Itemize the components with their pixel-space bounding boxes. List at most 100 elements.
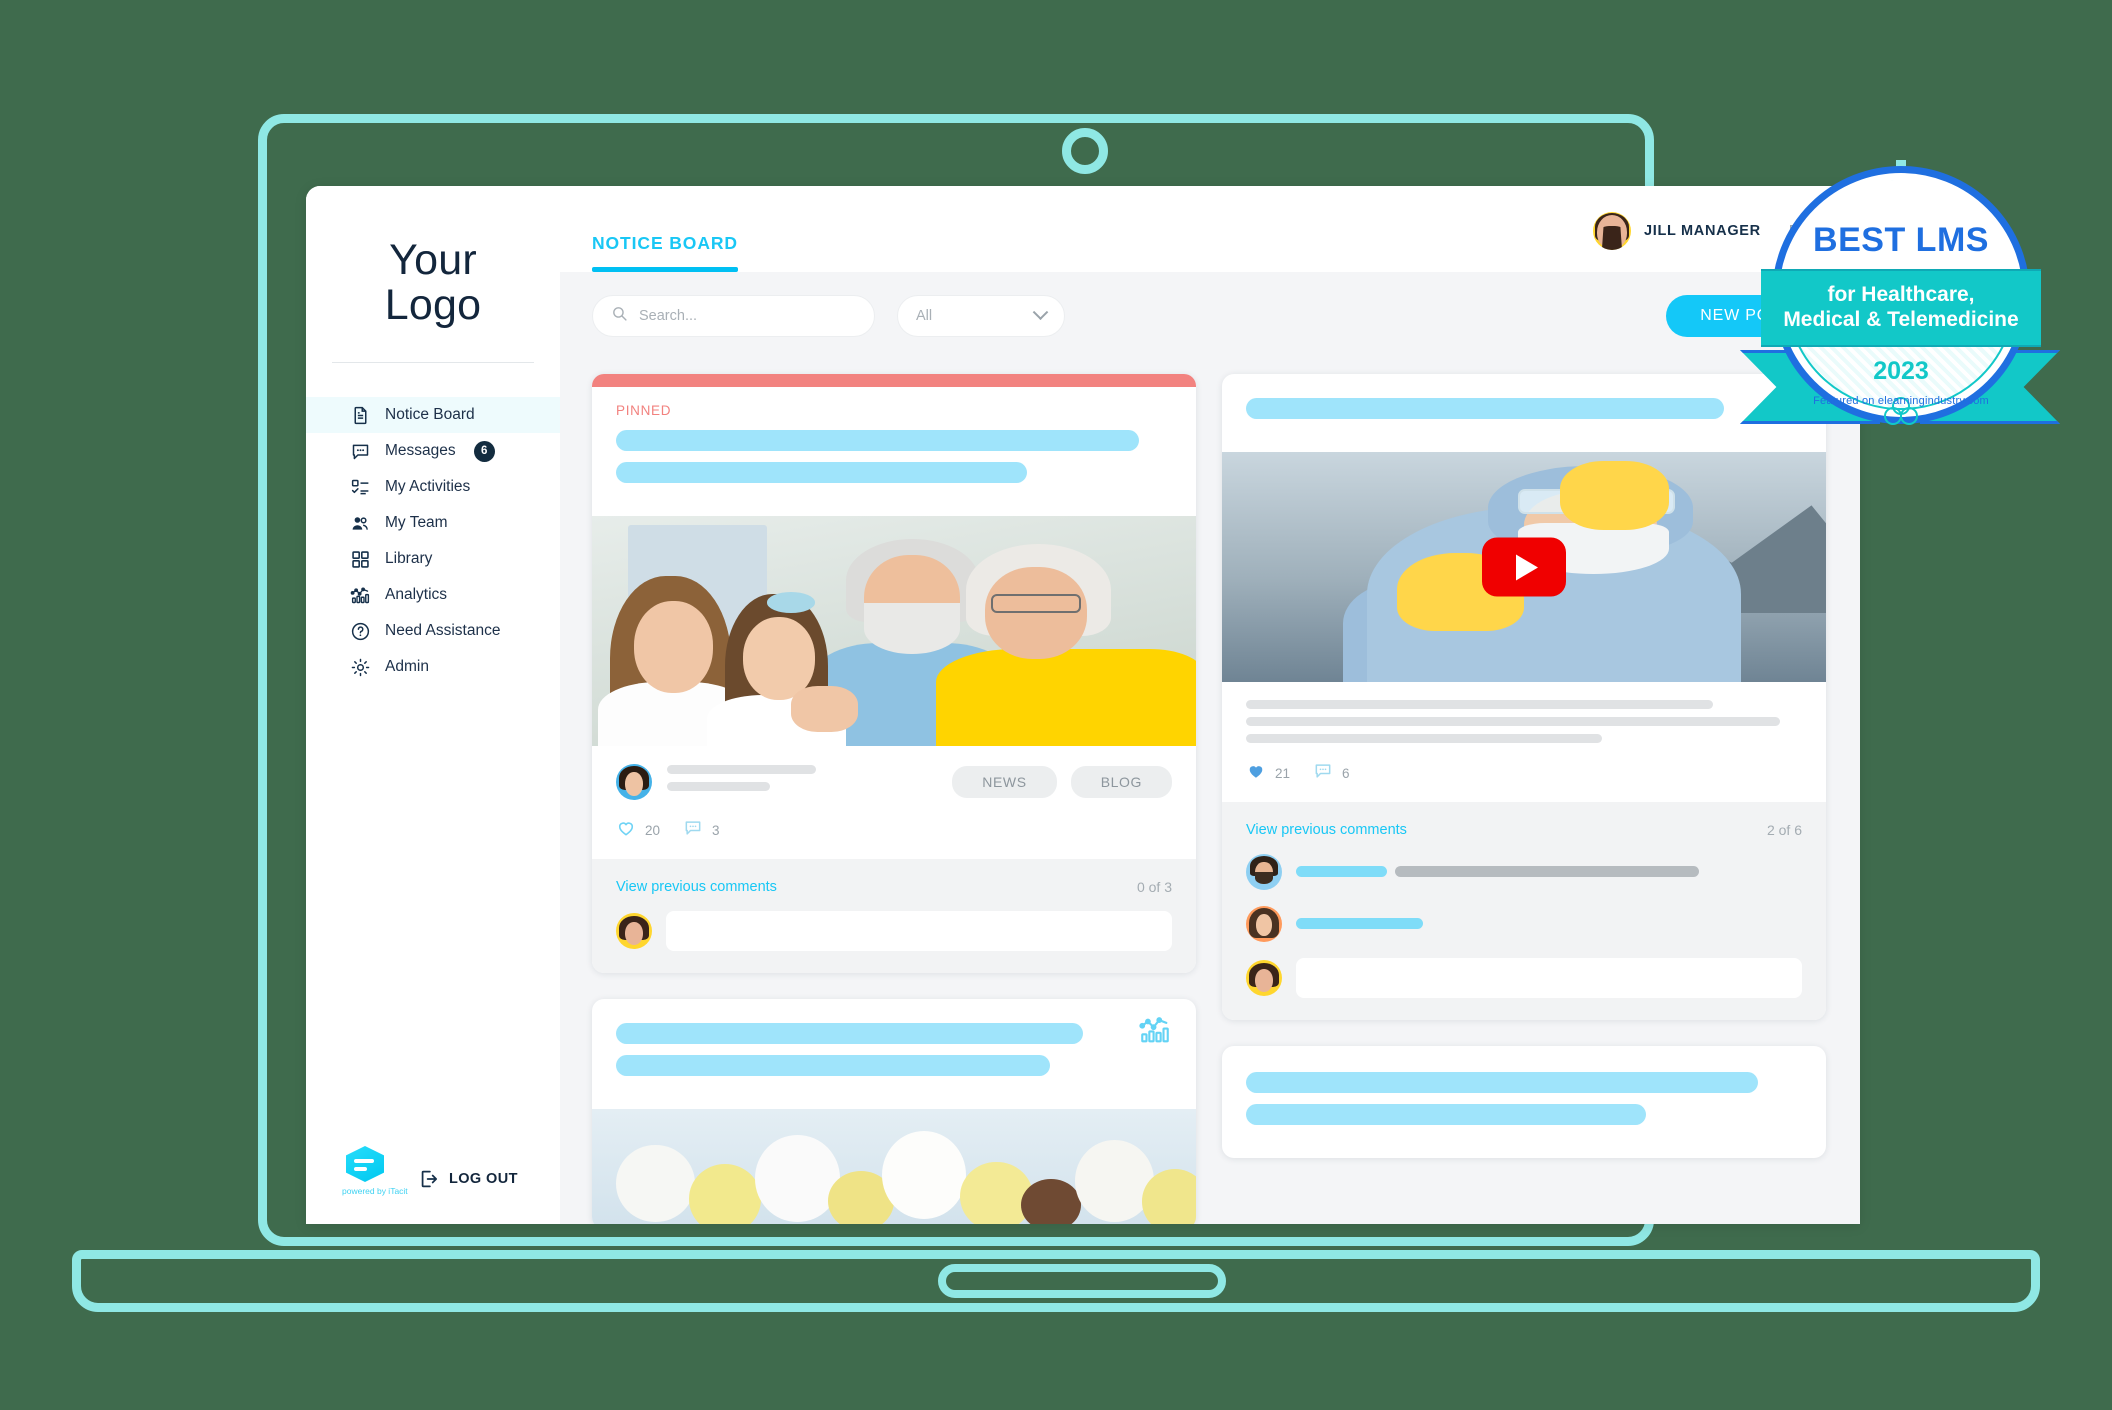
comment-input[interactable] bbox=[666, 911, 1172, 951]
like-count: 20 bbox=[645, 823, 661, 838]
title-bar bbox=[616, 1023, 1084, 1044]
sidebar-item-notice-board[interactable]: Notice Board bbox=[306, 397, 560, 434]
sidebar-item-need-assistance[interactable]: Need Assistance bbox=[306, 613, 560, 649]
avatar bbox=[1246, 960, 1282, 996]
feed-column-left: PINNED NEWS BLOG 20 3 View previous comm… bbox=[592, 374, 1196, 1224]
badge-line-1: for Healthcare, bbox=[1827, 283, 1975, 307]
post-card-pinned: PINNED NEWS BLOG 20 3 View previous comm… bbox=[592, 374, 1196, 973]
title-bar bbox=[616, 430, 1139, 451]
post-reactions: 21 6 bbox=[1246, 761, 1802, 786]
post-image-family bbox=[592, 516, 1196, 746]
like-icon[interactable] bbox=[616, 818, 636, 843]
view-previous-comments-link[interactable]: View previous comments bbox=[1246, 822, 1407, 838]
badge-featured-text: Featured on elearningindustry.com bbox=[1813, 395, 1989, 407]
powered-by-label: powered by iTacit bbox=[342, 1186, 408, 1196]
badge-disc: BEST LMS for Healthcare, Medical & Telem… bbox=[1761, 166, 2041, 425]
post-card-next bbox=[1222, 1046, 1826, 1158]
post-comments-section: View previous comments 2 of 6 bbox=[1222, 802, 1826, 1020]
badge-band: for Healthcare, Medical & Telemedicine bbox=[1761, 269, 2041, 347]
avatar bbox=[616, 913, 652, 949]
logout-label: LOG OUT bbox=[449, 1171, 518, 1187]
comment-input[interactable] bbox=[1296, 958, 1802, 998]
tag-blog[interactable]: BLOG bbox=[1070, 766, 1172, 798]
comment-count: 6 bbox=[1342, 766, 1350, 781]
sidebar-item-label: Library bbox=[385, 550, 433, 568]
post-image-lab-video[interactable] bbox=[1222, 452, 1826, 682]
itacit-cube-icon bbox=[346, 1146, 384, 1182]
filter-select[interactable]: All bbox=[897, 295, 1065, 337]
post-title-placeholder bbox=[592, 418, 1196, 516]
comment-text-placeholder bbox=[1296, 863, 1802, 881]
help-icon bbox=[350, 621, 371, 642]
post-image-pills bbox=[592, 1109, 1196, 1224]
logo-line-1: Your bbox=[389, 236, 477, 284]
sidebar-footer: powered by iTacit LOG OUT bbox=[306, 1146, 560, 1224]
grid-icon bbox=[350, 549, 371, 570]
sidebar-item-admin[interactable]: Admin bbox=[306, 649, 560, 685]
logout-icon bbox=[418, 1168, 440, 1190]
chevron-down-icon bbox=[1032, 303, 1049, 320]
comments-counter: 0 of 3 bbox=[1136, 879, 1172, 895]
sidebar-item-label: My Team bbox=[385, 514, 448, 532]
search-input[interactable] bbox=[639, 308, 856, 324]
logout-button[interactable]: LOG OUT bbox=[418, 1168, 518, 1196]
sidebar-divider bbox=[332, 362, 534, 364]
comment-icon[interactable] bbox=[1313, 761, 1333, 786]
sidebar: Your Logo Notice Board Messages 6 My Act… bbox=[306, 186, 560, 1224]
subtitle-bar bbox=[1246, 1104, 1647, 1125]
comment-count: 3 bbox=[712, 823, 720, 838]
tasklist-icon bbox=[350, 477, 371, 498]
avatar bbox=[1246, 906, 1282, 942]
subtitle-bar bbox=[616, 462, 1028, 483]
post-meta: NEWS BLOG 20 3 bbox=[592, 746, 1196, 859]
document-icon bbox=[350, 405, 371, 426]
view-previous-comments-link[interactable]: View previous comments bbox=[616, 879, 777, 895]
search-icon bbox=[611, 305, 628, 327]
post-card-video: 21 6 View previous comments 2 of 6 bbox=[1222, 374, 1826, 1020]
sidebar-item-messages[interactable]: Messages 6 bbox=[306, 433, 560, 469]
chat-icon bbox=[350, 441, 371, 462]
user-menu[interactable]: JILL MANAGER bbox=[1592, 212, 1761, 250]
post-author-placeholder bbox=[667, 765, 937, 799]
sidebar-item-my-activities[interactable]: My Activities bbox=[306, 469, 560, 505]
post-title-placeholder bbox=[592, 999, 1196, 1109]
sidebar-item-label: Need Assistance bbox=[385, 622, 501, 640]
pinned-accent-bar bbox=[592, 374, 1196, 387]
sidebar-item-analytics[interactable]: Analytics bbox=[306, 577, 560, 613]
logo-line-2: Logo bbox=[384, 281, 482, 330]
comment-icon[interactable] bbox=[683, 818, 703, 843]
like-icon[interactable] bbox=[1246, 761, 1266, 786]
tag-news[interactable]: NEWS bbox=[952, 766, 1057, 798]
badge-title: BEST LMS bbox=[1813, 221, 1989, 259]
sidebar-item-label: Analytics bbox=[385, 586, 448, 604]
sidebar-nav: Notice Board Messages 6 My Activities My… bbox=[306, 397, 560, 685]
avatar bbox=[616, 764, 652, 800]
feed: PINNED NEWS BLOG 20 3 View previous comm… bbox=[560, 360, 1860, 1224]
screenshot-stage: Your Logo Notice Board Messages 6 My Act… bbox=[0, 0, 2112, 1410]
app-logo: Your Logo bbox=[306, 186, 560, 328]
tab-notice-board[interactable]: NOTICE BOARD bbox=[592, 233, 738, 272]
gear-icon bbox=[350, 657, 371, 678]
post-reactions: 20 3 bbox=[616, 818, 1172, 843]
sidebar-item-my-team[interactable]: My Team bbox=[306, 505, 560, 541]
title-bar bbox=[1246, 398, 1725, 419]
laptop-trackpad bbox=[938, 1264, 1226, 1298]
sidebar-item-library[interactable]: Library bbox=[306, 541, 560, 577]
youtube-play-icon[interactable] bbox=[1482, 537, 1566, 597]
app-window: Your Logo Notice Board Messages 6 My Act… bbox=[306, 186, 1860, 1224]
search-box[interactable] bbox=[592, 295, 875, 337]
comment-compose-row bbox=[1246, 958, 1802, 998]
post-card-pills bbox=[592, 999, 1196, 1224]
post-tags: NEWS BLOG bbox=[952, 766, 1172, 798]
comment-item bbox=[1246, 854, 1802, 890]
main-area: NOTICE BOARD JILL MANAGER EN bbox=[560, 186, 1860, 1224]
messages-count-badge: 6 bbox=[473, 440, 495, 462]
comment-item bbox=[1246, 906, 1802, 942]
sidebar-item-label: Messages bbox=[385, 442, 456, 460]
analytics-icon[interactable] bbox=[1138, 1013, 1172, 1052]
award-badge: BEST LMS for Healthcare, Medical & Telem… bbox=[1740, 160, 2060, 460]
filter-value: All bbox=[916, 308, 933, 324]
feed-column-right: 21 6 View previous comments 2 of 6 bbox=[1222, 374, 1826, 1158]
pinned-label: PINNED bbox=[616, 403, 672, 418]
top-bar: NOTICE BOARD JILL MANAGER EN bbox=[560, 186, 1860, 272]
